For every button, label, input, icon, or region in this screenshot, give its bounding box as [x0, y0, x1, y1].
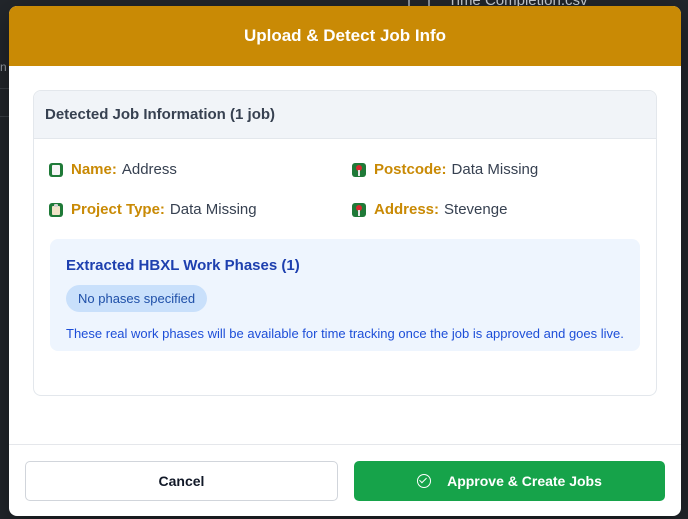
modal-header: Upload & Detect Job Info [9, 6, 681, 66]
cancel-button-label: Cancel [158, 472, 205, 489]
background-side-text: n [0, 60, 7, 74]
map-pin-icon [352, 162, 366, 177]
work-phases-panel: Extracted HBXL Work Phases (1) No phases… [50, 239, 640, 351]
upload-detect-modal: Upload & Detect Job Info Detected Job In… [9, 6, 681, 516]
phases-title: Extracted HBXL Work Phases (1) [66, 257, 300, 274]
field-name: Name: Address [49, 159, 352, 180]
field-value: Data Missing [169, 201, 257, 218]
card-header: Detected Job Information (1 job) [34, 91, 656, 139]
field-label: Name: [71, 161, 117, 178]
field-label: Project Type: [71, 201, 165, 218]
field-project-type: Project Type: Data Missing [49, 199, 352, 220]
modal-title: Upload & Detect Job Info [243, 26, 447, 45]
field-address: Address: Stevenge [352, 199, 641, 220]
field-value: Stevenge [444, 201, 508, 218]
field-postcode: Postcode: Data Missing [352, 159, 641, 180]
phases-status-badge: No phases specified [66, 285, 208, 312]
cancel-button[interactable]: Cancel [25, 460, 338, 501]
field-value: Data Missing [451, 161, 539, 178]
field-label: Address: [374, 201, 440, 218]
check-circle-icon [417, 473, 432, 488]
approve-button-label: Approve & Create Jobs [447, 472, 602, 489]
field-label: Postcode: [374, 161, 447, 178]
document-icon [49, 162, 63, 177]
card-title: Detected Job Information (1 job) [45, 106, 276, 123]
field-value: Address [121, 161, 177, 178]
phases-note: These real work phases will be available… [66, 326, 624, 341]
modal-footer: Cancel Approve & Create Jobs [9, 444, 681, 516]
modal-body: Detected Job Information (1 job) Name: A… [9, 66, 681, 444]
map-pin-icon [352, 202, 366, 217]
clipboard-icon [49, 202, 63, 217]
job-fields: Name: Address Postcode: Data Missing Pro… [34, 139, 656, 220]
detected-job-card: Detected Job Information (1 job) Name: A… [33, 90, 657, 396]
approve-create-jobs-button[interactable]: Approve & Create Jobs [354, 460, 665, 501]
